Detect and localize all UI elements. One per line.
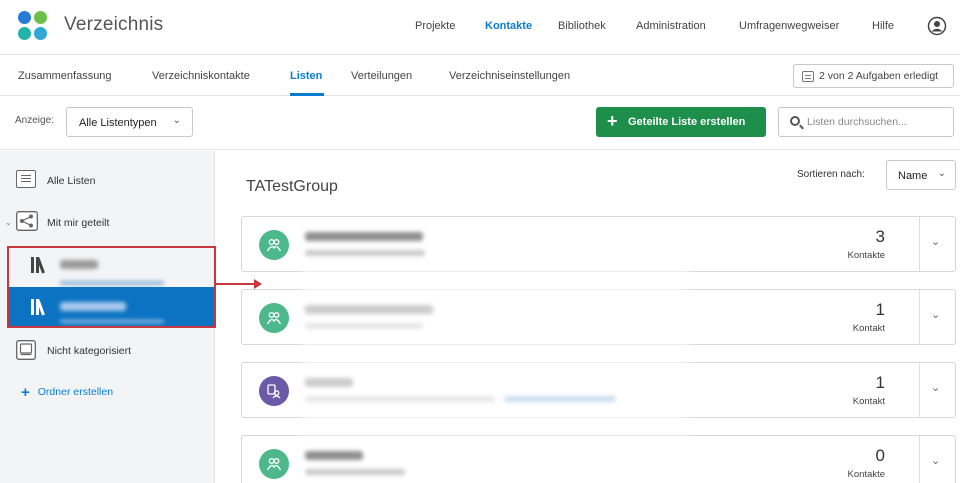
search-icon	[790, 116, 800, 126]
contact-count: 1	[875, 373, 885, 392]
contact-unit: Kontakt	[852, 323, 885, 334]
list-details-redacted	[305, 250, 425, 256]
chevron-down-icon: ⌄	[931, 236, 941, 248]
annotation-arrow-line	[216, 283, 256, 285]
contact-count: 3	[875, 227, 885, 246]
tab-listen[interactable]: Listen	[290, 70, 322, 82]
search-input[interactable]	[807, 116, 947, 128]
sort-select[interactable]: Name ⌄	[886, 160, 956, 190]
nav-administration[interactable]: Administration	[636, 20, 706, 32]
tab-verzeichniseinstellungen[interactable]: Verzeichniseinstellungen	[449, 70, 570, 82]
toolbar: Anzeige: Alle Listentypen ⌄ + Geteilte L…	[0, 97, 960, 150]
plus-icon: +	[607, 111, 618, 131]
plus-icon: +	[21, 384, 30, 401]
contacts-icon	[259, 230, 289, 260]
tab-verteilungen[interactable]: Verteilungen	[351, 70, 412, 82]
chevron-down-icon: ⌄	[931, 382, 941, 394]
app-title: Verzeichnis	[64, 14, 164, 35]
chevron-down-icon[interactable]: ⌄	[5, 218, 12, 227]
tasks-button[interactable]: 2 von 2 Aufgaben erledigt	[793, 64, 954, 88]
tab-verzeichniskontakte[interactable]: Verzeichniskontakte	[152, 70, 250, 82]
expand-button[interactable]: ⌄	[919, 217, 955, 271]
contact-unit: Kontakte	[847, 469, 886, 480]
group-title: TATestGroup	[246, 178, 338, 195]
tray-icon	[16, 340, 36, 360]
chevron-down-icon: ⌄	[937, 168, 946, 179]
create-folder-link[interactable]: + Ordner erstellen	[21, 382, 114, 401]
list-card[interactable]: 0 Kontakte ⌄	[241, 435, 956, 483]
sort-value: Name	[898, 170, 928, 182]
filter-label: Anzeige:	[15, 115, 54, 126]
contacts-icon	[259, 449, 289, 479]
expand-button[interactable]: ⌄	[919, 436, 955, 483]
active-tab-indicator	[290, 93, 324, 96]
task-icon	[802, 71, 814, 82]
search-box[interactable]	[778, 107, 954, 137]
list-details-redacted	[305, 469, 405, 475]
redaction-overlay	[300, 262, 690, 438]
contacts-icon	[259, 303, 289, 333]
nav-kontakte[interactable]: Kontakte	[485, 20, 532, 32]
list-type-value: Alle Listentypen	[79, 117, 157, 129]
chevron-down-icon: ⌄	[172, 115, 181, 126]
create-shared-list-button[interactable]: + Geteilte Liste erstellen	[596, 107, 766, 137]
chevron-down-icon: ⌄	[931, 455, 941, 467]
list-name-redacted	[305, 232, 423, 241]
list-type-select[interactable]: Alle Listentypen ⌄	[66, 107, 193, 137]
contact-icon	[259, 376, 289, 406]
tab-zusammenfassung[interactable]: Zusammenfassung	[18, 70, 112, 82]
top-bar: Verzeichnis Projekte Kontakte Bibliothek…	[0, 0, 960, 55]
list-name-redacted	[305, 451, 363, 460]
contact-unit: Kontakt	[852, 396, 885, 407]
sub-navigation: Zusammenfassung Verzeichniskontakte List…	[0, 56, 960, 96]
create-shared-list-label: Geteilte Liste erstellen	[628, 116, 746, 128]
nav-umfragenwegweiser[interactable]: Umfragenwegweiser	[739, 20, 839, 32]
contact-count: 0	[875, 446, 885, 465]
list-icon	[16, 170, 36, 188]
sidebar-item-uncategorized[interactable]: Nicht kategorisiert	[47, 345, 131, 357]
chevron-down-icon: ⌄	[931, 309, 941, 321]
arrow-right-icon	[254, 279, 262, 289]
sidebar-item-shared-with-me[interactable]: Mit mir geteilt	[47, 217, 109, 229]
user-icon[interactable]	[927, 16, 947, 36]
expand-button[interactable]: ⌄	[919, 290, 955, 344]
expand-button[interactable]: ⌄	[919, 363, 955, 417]
contact-unit: Kontakte	[847, 250, 886, 261]
nav-hilfe[interactable]: Hilfe	[872, 20, 894, 32]
logo-icon[interactable]	[18, 11, 48, 41]
nav-bibliothek[interactable]: Bibliothek	[558, 20, 606, 32]
share-icon	[16, 211, 38, 231]
contact-count: 1	[875, 300, 885, 319]
tasks-label: 2 von 2 Aufgaben erledigt	[819, 70, 939, 82]
sort-label: Sortieren nach:	[797, 169, 865, 180]
create-folder-label: Ordner erstellen	[37, 386, 114, 398]
sidebar-item-all-lists[interactable]: Alle Listen	[47, 175, 95, 187]
nav-projekte[interactable]: Projekte	[415, 20, 455, 32]
highlight-box	[7, 246, 216, 328]
